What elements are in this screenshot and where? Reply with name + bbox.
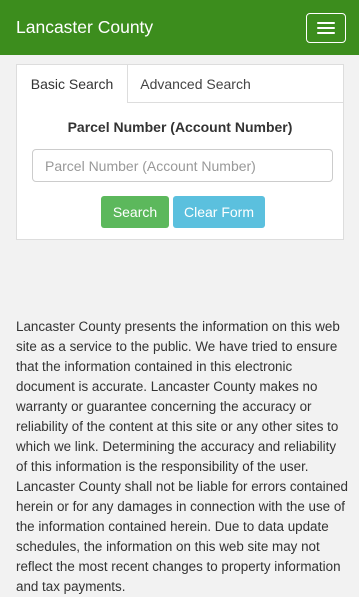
hamburger-menu-icon (317, 22, 335, 24)
search-button[interactable]: Search (101, 196, 169, 228)
tab-basic-search[interactable]: Basic Search (17, 65, 128, 103)
brand-title[interactable]: Lancaster County (16, 17, 153, 38)
tab-advanced-search[interactable]: Advanced Search (128, 65, 263, 103)
search-tabs: Basic Search Advanced Search (17, 65, 343, 103)
clear-form-button[interactable]: Clear Form (173, 196, 265, 228)
parcel-number-input[interactable] (32, 149, 333, 182)
parcel-number-label: Parcel Number (Account Number) (67, 119, 293, 135)
menu-toggle-button[interactable] (306, 13, 346, 43)
disclaimer-text: Lancaster County presents the informatio… (16, 319, 348, 594)
top-navbar: Lancaster County (0, 0, 359, 55)
search-panel: Basic Search Advanced Search Parcel Numb… (16, 64, 344, 240)
